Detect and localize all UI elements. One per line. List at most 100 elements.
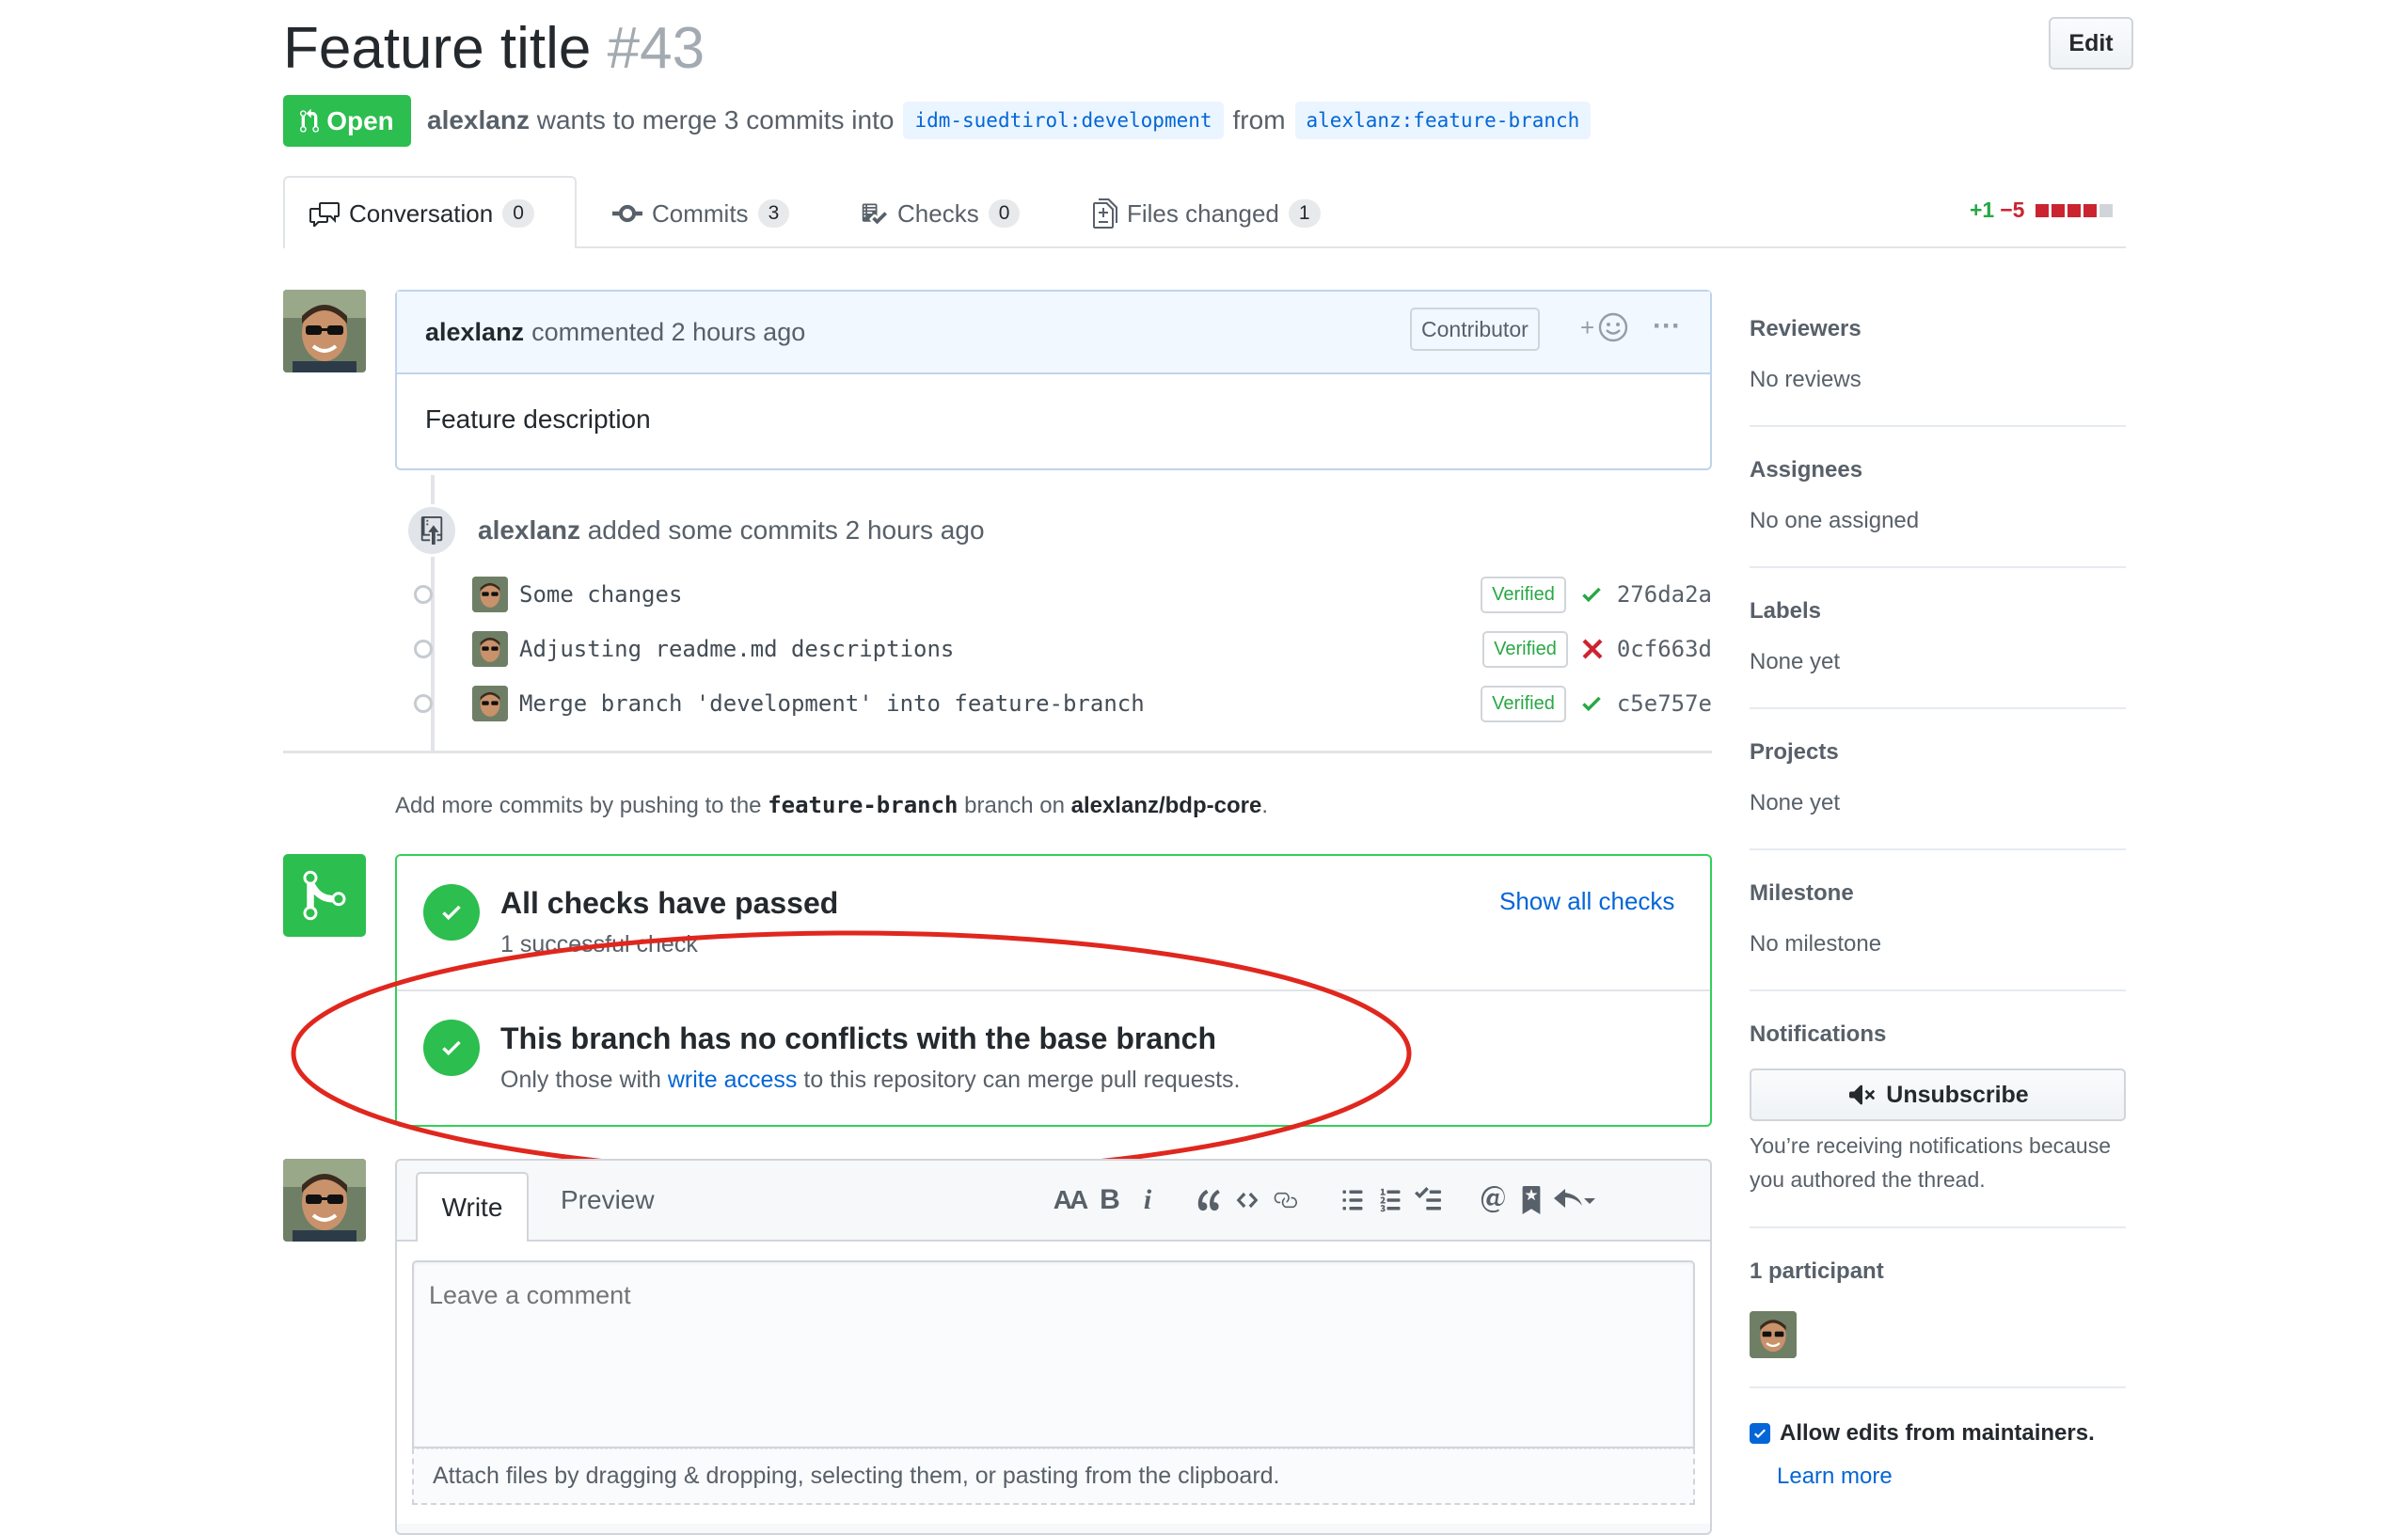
- edit-button[interactable]: Edit: [2049, 17, 2133, 70]
- milestone-value: No milestone: [1750, 931, 1882, 957]
- tab-preview[interactable]: Preview: [561, 1185, 655, 1215]
- unordered-list-icon[interactable]: [1334, 1181, 1371, 1219]
- italic-icon[interactable]: i: [1129, 1181, 1166, 1219]
- state-badge-open: Open: [283, 95, 411, 147]
- comment-author[interactable]: alexlanz: [425, 318, 524, 347]
- repo-push-badge: [405, 504, 458, 557]
- pull-request-page: Feature title #43 Edit Open alexlanz wan…: [0, 0, 2408, 1535]
- sidebar-divider: [1750, 707, 2126, 709]
- commit-message[interactable]: Adjusting readme.md descriptions: [519, 636, 954, 662]
- bookmark-icon[interactable]: [1513, 1181, 1550, 1219]
- annotation-ellipse: [291, 930, 1412, 1177]
- checklist-icon: [862, 203, 887, 225]
- verified-badge[interactable]: Verified: [1482, 630, 1568, 668]
- verified-badge[interactable]: Verified: [1481, 576, 1566, 613]
- tasklist-glyph: [1415, 1187, 1441, 1211]
- link-icon[interactable]: [1266, 1181, 1304, 1219]
- page-title: Feature title #43: [283, 13, 705, 85]
- avatar-image: [283, 290, 366, 372]
- comment-body: Feature description: [425, 404, 651, 434]
- code-icon-glyph: [1236, 1192, 1259, 1209]
- x-icon[interactable]: [1581, 638, 1604, 660]
- commit-sha[interactable]: 276da2a: [1617, 581, 1712, 608]
- file-diff-icon: [1093, 198, 1117, 229]
- bold-icon[interactable]: B: [1091, 1181, 1129, 1219]
- notifications-note: You’re receiving notifications because y…: [1750, 1133, 2112, 1192]
- tab-label: Checks: [897, 198, 979, 228]
- diff-additions: +1: [1970, 198, 1995, 222]
- add-reaction-button[interactable]: +: [1580, 312, 1628, 342]
- commit-message[interactable]: Merge branch 'development' into feature-…: [519, 690, 1145, 717]
- commit-row: Merge branch 'development' into feature-…: [414, 685, 1712, 722]
- smiley-icon: [1598, 312, 1628, 342]
- reply-dropdown-icon[interactable]: [1550, 1181, 1599, 1219]
- milestone-heading[interactable]: Milestone: [1750, 880, 2126, 907]
- bookmark-glyph: [1522, 1186, 1541, 1214]
- commit-message[interactable]: Some changes: [519, 581, 682, 608]
- unsubscribe-label: Unsubscribe: [1886, 1081, 2029, 1108]
- tab-files-changed[interactable]: Files changed 1: [1093, 188, 1321, 239]
- hint-repo[interactable]: alexlanz/bdp-core: [1071, 793, 1262, 818]
- mention-icon[interactable]: [1475, 1181, 1513, 1219]
- comment-discussion-icon: [309, 202, 340, 227]
- base-branch[interactable]: idm-suedtirol:development: [903, 102, 1224, 139]
- timeline-event: alexlanz added some commits 2 hours ago: [478, 515, 985, 546]
- checks-title: All checks have passed: [500, 886, 839, 920]
- code-icon[interactable]: [1228, 1181, 1266, 1219]
- sidebar-divider: [1750, 566, 2126, 568]
- ordered-list-icon[interactable]: [1371, 1181, 1409, 1219]
- timeline-author[interactable]: alexlanz: [478, 515, 580, 545]
- commit-dot: [414, 585, 433, 604]
- avatar[interactable]: [283, 290, 366, 372]
- check-icon[interactable]: [1579, 582, 1604, 607]
- author-link[interactable]: alexlanz: [427, 105, 530, 135]
- head-branch[interactable]: alexlanz:feature-branch: [1294, 102, 1592, 139]
- avatar[interactable]: [283, 1159, 366, 1242]
- repo-push-icon: [420, 516, 443, 545]
- commit-avatar[interactable]: [472, 577, 508, 612]
- check-icon[interactable]: [1579, 691, 1604, 716]
- attach-files-area[interactable]: Attach files by dragging & dropping, sel…: [412, 1448, 1695, 1505]
- sidebar-divider: [1750, 1386, 2126, 1388]
- checkbox-checked[interactable]: [1750, 1423, 1770, 1444]
- sidebar-divider: [1750, 1226, 2126, 1228]
- commit-row: Adjusting readme.md descriptions Verifie…: [414, 630, 1712, 668]
- reviewers-heading[interactable]: Reviewers: [1750, 316, 2126, 342]
- markdown-toolbar: AA B i: [1048, 1181, 1599, 1219]
- commit-dot: [414, 640, 433, 658]
- verified-badge[interactable]: Verified: [1481, 685, 1566, 722]
- unsubscribe-button[interactable]: Unsubscribe: [1750, 1068, 2126, 1121]
- more-options-icon[interactable]: ···: [1653, 310, 1681, 342]
- commit-sha[interactable]: 0cf663d: [1617, 636, 1712, 662]
- learn-more-link[interactable]: Learn more: [1777, 1464, 1893, 1490]
- tab-conversation[interactable]: Conversation 0: [309, 188, 534, 239]
- tab-label: Files changed: [1127, 198, 1279, 228]
- assignees-heading[interactable]: Assignees: [1750, 457, 2126, 483]
- commit-dot: [414, 694, 433, 713]
- assignees-value: No one assigned: [1750, 508, 1920, 533]
- tab-write[interactable]: Write: [416, 1172, 529, 1242]
- commit-meta: Verified 0cf663d: [1482, 630, 1712, 668]
- hint-end: .: [1261, 793, 1268, 818]
- participant-avatar[interactable]: [1750, 1311, 1797, 1358]
- push-hint: Add more commits by pushing to the featu…: [395, 792, 1268, 819]
- heading-icon[interactable]: AA: [1048, 1181, 1091, 1219]
- tab-label: Commits: [652, 198, 749, 228]
- tab-checks[interactable]: Checks 0: [860, 188, 1021, 239]
- commit-sha[interactable]: c5e757e: [1617, 690, 1712, 717]
- tab-count: 3: [757, 199, 790, 228]
- projects-heading[interactable]: Projects: [1750, 739, 2126, 766]
- diffstat: +1 −5: [1970, 198, 2114, 223]
- from-text: from: [1232, 105, 1286, 135]
- allow-edits-checkbox-row[interactable]: Allow edits from maintainers.: [1750, 1420, 2095, 1447]
- task-list-icon[interactable]: [1409, 1181, 1447, 1219]
- tab-label: Conversation: [349, 198, 494, 228]
- commit-avatar[interactable]: [472, 631, 508, 667]
- tab-commits[interactable]: Commits 3: [612, 188, 790, 239]
- commit-avatar[interactable]: [472, 686, 508, 721]
- labels-heading[interactable]: Labels: [1750, 598, 2126, 625]
- allow-edits-label: Allow edits from maintainers.: [1780, 1420, 2095, 1446]
- show-all-checks-link[interactable]: Show all checks: [1499, 887, 1674, 916]
- comment-input[interactable]: [412, 1260, 1695, 1448]
- quote-icon[interactable]: [1191, 1181, 1228, 1219]
